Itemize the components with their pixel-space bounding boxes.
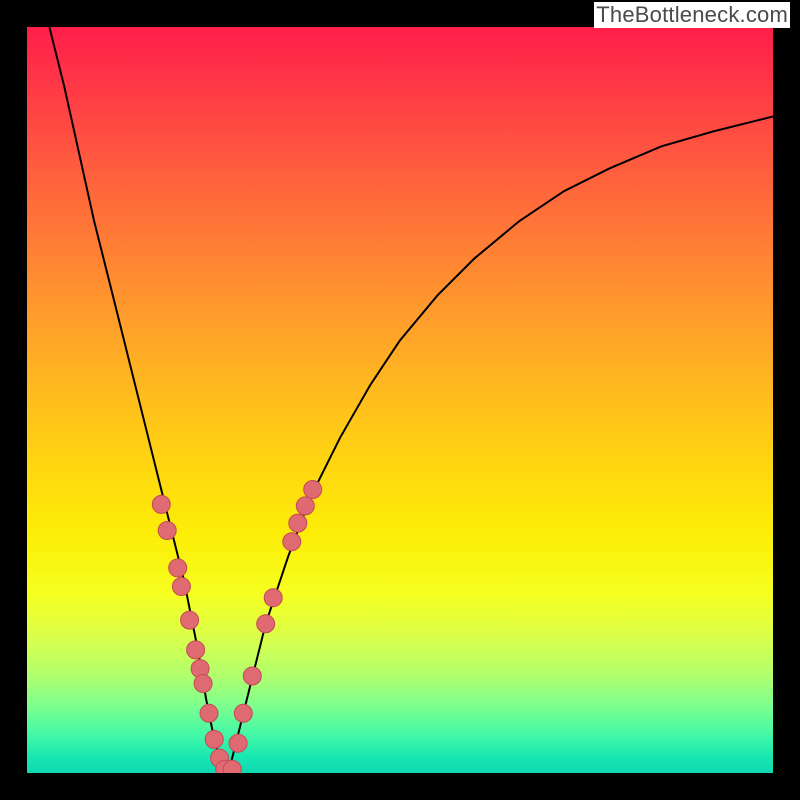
data-dot [264,589,282,607]
data-dot [229,734,247,752]
watermark-text: TheBottleneck.com [594,2,790,28]
data-dot [234,704,252,722]
data-dot [152,495,170,513]
bottleneck-curve [49,27,773,773]
plot-area [27,27,773,773]
data-dots [152,481,321,774]
data-dot [296,497,314,515]
data-dot [223,760,241,773]
data-dot [283,533,301,551]
data-dot [205,730,223,748]
data-dot [169,559,187,577]
data-dot [194,675,212,693]
data-dot [200,704,218,722]
data-dot [172,578,190,596]
data-dot [257,615,275,633]
data-dot [158,522,176,540]
data-dot [304,481,322,499]
data-dot [181,611,199,629]
chart-frame: TheBottleneck.com [0,0,800,800]
data-dot [187,641,205,659]
data-dot [289,514,307,532]
curve-layer [27,27,773,773]
data-dot [243,667,261,685]
